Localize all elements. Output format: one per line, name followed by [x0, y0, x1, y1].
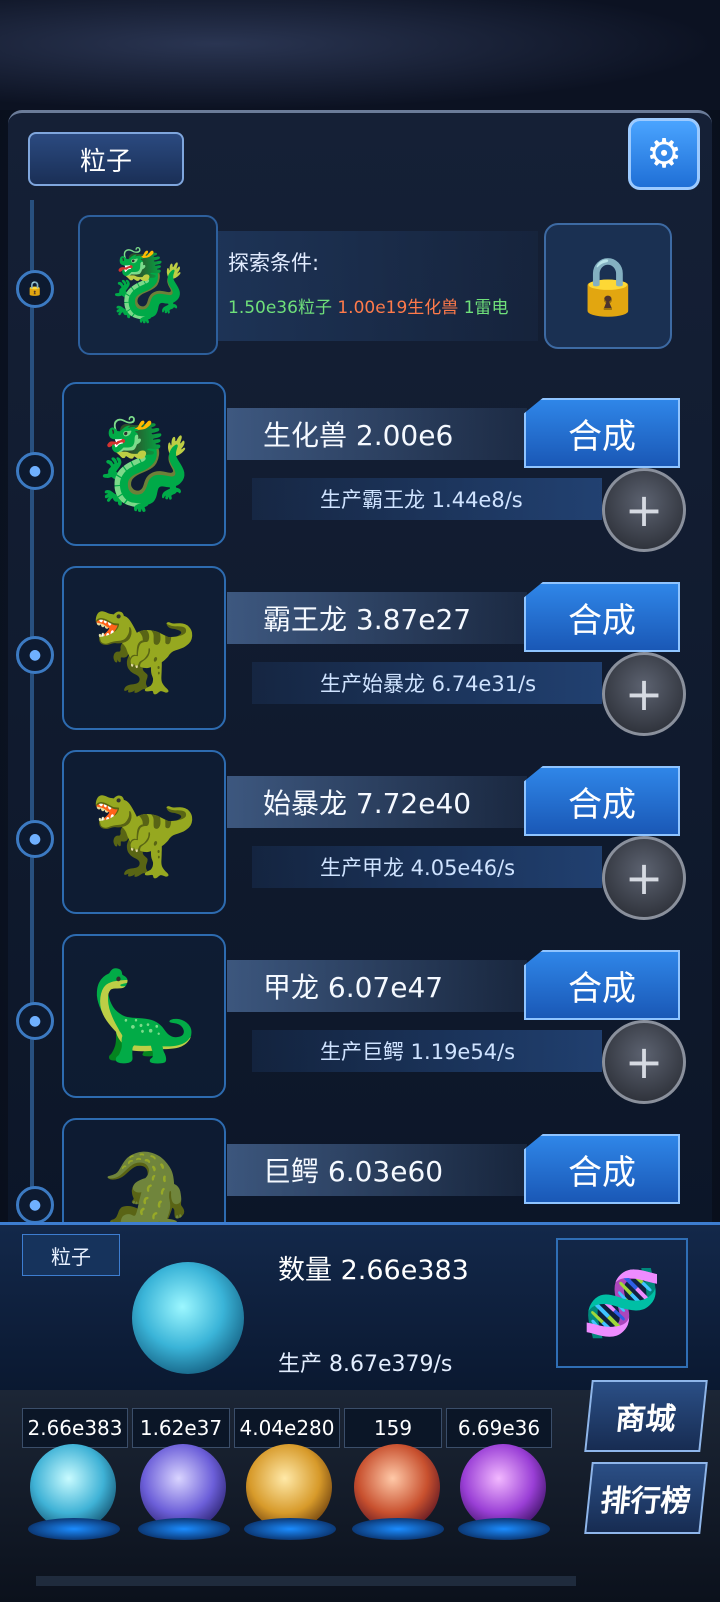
crocodile-icon: 🐊	[62, 1118, 226, 1222]
synthesize-button[interactable]: 合成	[524, 950, 680, 1020]
creature-row-ankylosaur: 🦕 甲龙 6.07e47 生产巨鳄 1.19e54/s 合成 +	[62, 934, 686, 1104]
upgrade-plus-button[interactable]: +	[602, 652, 686, 736]
rail-node: ●	[16, 1002, 54, 1040]
rail-node: ●	[16, 452, 54, 490]
resource-vortex-value: 6.69e36	[446, 1408, 552, 1448]
orb-pedestal	[138, 1518, 230, 1540]
orb-pedestal	[352, 1518, 444, 1540]
starfield-background	[0, 0, 720, 110]
orb-pedestal	[458, 1518, 550, 1540]
dna-icon: 🧬	[556, 1238, 688, 1368]
synthesize-button[interactable]: 合成	[524, 1134, 680, 1204]
rail-node: ●	[16, 636, 54, 674]
settings-button[interactable]: ⚙	[628, 118, 700, 190]
rail-node: ●	[16, 1186, 54, 1224]
shop-button[interactable]: 商城	[584, 1380, 708, 1452]
creature-name: 生化兽 2.00e6	[227, 408, 527, 460]
upgrade-plus-button[interactable]: +	[602, 836, 686, 920]
resource-fire-value: 4.04e280	[234, 1408, 340, 1448]
rail-lock-icon: 🔒	[16, 270, 54, 308]
dinosaur-icon: 🦖	[62, 750, 226, 914]
requirement-thunder: 1雷电	[463, 298, 509, 318]
particle-production: 生产 8.67e379/s	[278, 1352, 453, 1377]
synthesize-button[interactable]: 合成	[524, 766, 680, 836]
resource-particle-value: 2.66e383	[22, 1408, 128, 1448]
particle-tab: 粒子	[22, 1234, 120, 1276]
explore-requirements: 1.50e36粒子 1.00e19生化兽 1雷电	[228, 293, 509, 318]
creature-row-crocodile: 🐊 巨鳄 6.03e60 合成	[62, 1118, 682, 1222]
leaderboard-button[interactable]: 排行榜	[584, 1462, 708, 1534]
page-title: 粒子	[28, 132, 184, 186]
trex-icon: 🦖	[62, 566, 226, 730]
resource-thunder-value: 1.62e37	[132, 1408, 230, 1448]
creature-name: 始暴龙 7.72e40	[227, 776, 527, 828]
locked-silhouette-icon: 🐉	[78, 215, 218, 355]
locked-creature-card: 🐉 探索条件: 1.50e36粒子 1.00e19生化兽 1雷电 🔒	[78, 215, 672, 355]
dragon-icon: 🐉	[62, 382, 226, 546]
requirement-biobeast: 1.00e19生化兽	[337, 298, 459, 318]
creature-production: 生产霸王龙 1.44e8/s	[252, 478, 602, 520]
gear-icon: ⚙	[646, 131, 682, 177]
lock-icon: 🔒	[573, 254, 643, 319]
creature-row-trex: 🦖 霸王龙 3.87e27 生产始暴龙 6.74e31/s 合成 +	[62, 566, 686, 736]
particle-count: 数量 2.66e383	[278, 1255, 469, 1286]
synthesize-button[interactable]: 合成	[524, 582, 680, 652]
creature-row-dinosaur: 🦖 始暴龙 7.72e40 生产甲龙 4.05e46/s 合成 +	[62, 750, 686, 920]
synthesize-button[interactable]: 合成	[524, 398, 680, 468]
creature-name: 霸王龙 3.87e27	[227, 592, 527, 644]
orb-pedestal	[244, 1518, 336, 1540]
upgrade-plus-button[interactable]: +	[602, 468, 686, 552]
creature-production: 生产甲龙 4.05e46/s	[252, 846, 602, 888]
creature-name: 甲龙 6.07e47	[227, 960, 527, 1012]
hud-strip	[36, 1576, 576, 1586]
creature-row-biobeast: 🐉 生化兽 2.00e6 生产霸王龙 1.44e8/s 合成 +	[62, 382, 686, 552]
explore-condition-label: 探索条件:	[228, 251, 320, 275]
particle-orb-icon[interactable]	[132, 1262, 244, 1374]
requirement-particles: 1.50e36粒子	[228, 298, 332, 318]
progress-rail	[30, 200, 34, 1230]
ankylosaur-icon: 🦕	[62, 934, 226, 1098]
creature-name: 巨鳄 6.03e60	[227, 1144, 527, 1196]
creature-production: 生产巨鳄 1.19e54/s	[252, 1030, 602, 1072]
orb-pedestal	[28, 1518, 120, 1540]
rail-node: ●	[16, 820, 54, 858]
creature-production: 生产始暴龙 6.74e31/s	[252, 662, 602, 704]
resource-brain-value: 159	[344, 1408, 442, 1448]
upgrade-plus-button[interactable]: +	[602, 1020, 686, 1104]
unlock-button[interactable]: 🔒	[544, 223, 672, 349]
